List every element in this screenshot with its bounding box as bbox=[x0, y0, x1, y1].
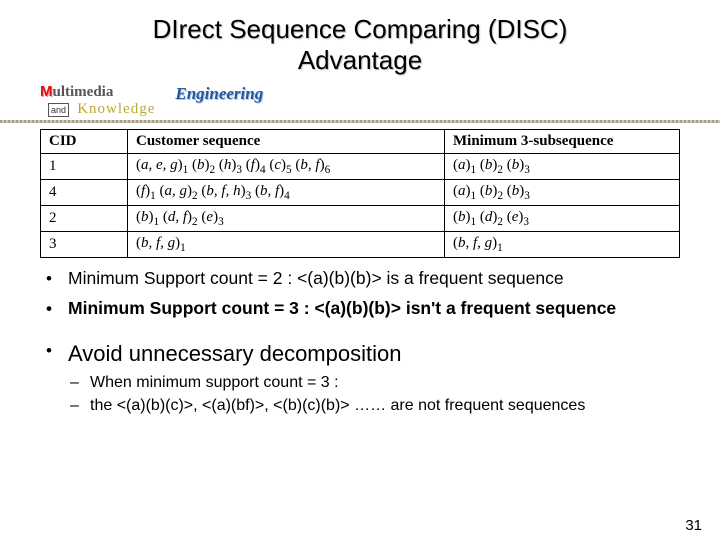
slide-title: DIrect Sequence Comparing (DISC) bbox=[40, 14, 680, 45]
cell-cid: 1 bbox=[41, 154, 128, 180]
divider bbox=[0, 120, 720, 123]
word-knowledge-row: and Knowledge bbox=[40, 101, 155, 118]
cell-cid: 2 bbox=[41, 206, 128, 232]
letterhead: Multimedia and Knowledge Engineering bbox=[40, 84, 680, 116]
cell-seq: (b)1 (d, f)2 (e)3 bbox=[128, 206, 445, 232]
bullet-support-3: Minimum Support count = 3 : <(a)(b)(b)> … bbox=[40, 298, 680, 320]
sub-bullet-examples: the <(a)(b)(c)>, <(a)(bf)>, <(b)(c)(b)> … bbox=[40, 396, 680, 417]
cell-seq: (f)1 (a, g)2 (b, f, h)3 (b, f)4 bbox=[128, 180, 445, 206]
th-cid: CID bbox=[41, 130, 128, 154]
cell-min: (b, f, g)1 bbox=[445, 232, 680, 258]
letterhead-left: Multimedia and Knowledge bbox=[40, 84, 155, 117]
cell-cid: 4 bbox=[41, 180, 128, 206]
cell-seq: (a, e, g)1 (b)2 (h)3 (f)4 (c)5 (b, f)6 bbox=[128, 154, 445, 180]
sub-bullet-list: When minimum support count = 3 : the <(a… bbox=[40, 373, 680, 417]
sequence-table: CID Customer sequence Minimum 3-subseque… bbox=[40, 129, 680, 258]
word-engineering: Engineering bbox=[175, 84, 263, 104]
slide-subtitle: Advantage bbox=[40, 45, 680, 76]
table-row: 4 (f)1 (a, g)2 (b, f, h)3 (b, f)4 (a)1 (… bbox=[41, 180, 680, 206]
slide: DIrect Sequence Comparing (DISC) Advanta… bbox=[0, 0, 720, 540]
table-header-row: CID Customer sequence Minimum 3-subseque… bbox=[41, 130, 680, 154]
bullet-avoid-decomp: Avoid unnecessary decomposition bbox=[40, 340, 680, 368]
cell-min: (a)1 (b)2 (b)3 bbox=[445, 154, 680, 180]
table-row: 3 (b, f, g)1 (b, f, g)1 bbox=[41, 232, 680, 258]
cell-cid: 3 bbox=[41, 232, 128, 258]
sub-bullet-when: When minimum support count = 3 : bbox=[40, 373, 680, 394]
cell-min: (a)1 (b)2 (b)3 bbox=[445, 180, 680, 206]
bullet-list: Minimum Support count = 2 : <(a)(b)(b)> … bbox=[40, 268, 680, 367]
cell-min: (b)1 (d)2 (e)3 bbox=[445, 206, 680, 232]
word-multimedia: Multimedia bbox=[40, 84, 155, 101]
table-body: 1 (a, e, g)1 (b)2 (h)3 (f)4 (c)5 (b, f)6… bbox=[41, 154, 680, 258]
and-box: and bbox=[48, 103, 69, 117]
bullet-support-2: Minimum Support count = 2 : <(a)(b)(b)> … bbox=[40, 268, 680, 290]
th-seq: Customer sequence bbox=[128, 130, 445, 154]
table-row: 1 (a, e, g)1 (b)2 (h)3 (f)4 (c)5 (b, f)6… bbox=[41, 154, 680, 180]
cell-seq: (b, f, g)1 bbox=[128, 232, 445, 258]
th-min: Minimum 3-subsequence bbox=[445, 130, 680, 154]
page-number: 31 bbox=[685, 517, 702, 534]
table-row: 2 (b)1 (d, f)2 (e)3 (b)1 (d)2 (e)3 bbox=[41, 206, 680, 232]
